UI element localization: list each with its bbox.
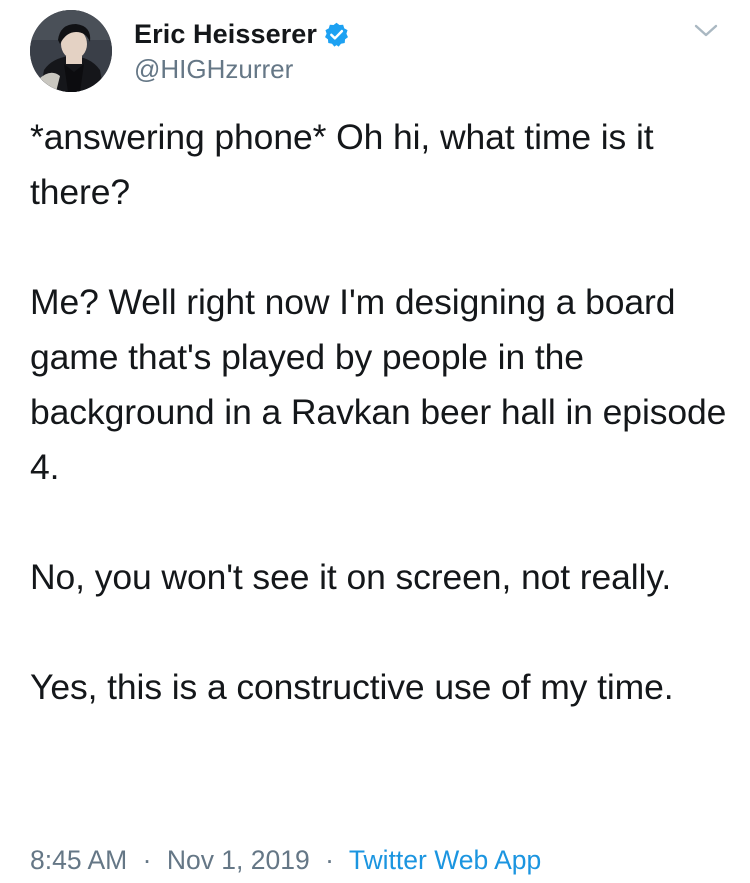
chevron-down-icon[interactable] <box>692 20 720 42</box>
tweet-card: Eric Heisserer @HIGHzurrer *answering ph… <box>0 0 750 883</box>
separator-dot: · <box>325 845 334 875</box>
avatar-image <box>30 10 112 92</box>
author-name-row[interactable]: Eric Heisserer <box>134 14 350 54</box>
tweet-paragraph: Yes, this is a constructive use of my ti… <box>30 667 674 707</box>
tweet-metadata: 8:45 AM · Nov 1, 2019 · Twitter Web App <box>30 842 541 878</box>
tweet-paragraph: Me? Well right now I'm designing a board… <box>30 282 727 487</box>
separator-dot: · <box>142 845 152 875</box>
tweet-paragraph: *answering phone* Oh hi, what time is it… <box>30 117 654 212</box>
avatar[interactable] <box>30 10 112 92</box>
tweet-paragraph: No, you won't see it on screen, not real… <box>30 557 672 597</box>
tweet-time[interactable]: 8:45 AM <box>30 845 127 875</box>
author-display-name[interactable]: Eric Heisserer <box>134 17 317 51</box>
author-handle[interactable]: @HIGHzurrer <box>134 53 293 85</box>
tweet-text: *answering phone* Oh hi, what time is it… <box>30 110 730 715</box>
tweet-date[interactable]: Nov 1, 2019 <box>167 845 310 875</box>
tweet-source-link[interactable]: Twitter Web App <box>349 845 541 875</box>
verified-badge-icon <box>323 21 350 48</box>
